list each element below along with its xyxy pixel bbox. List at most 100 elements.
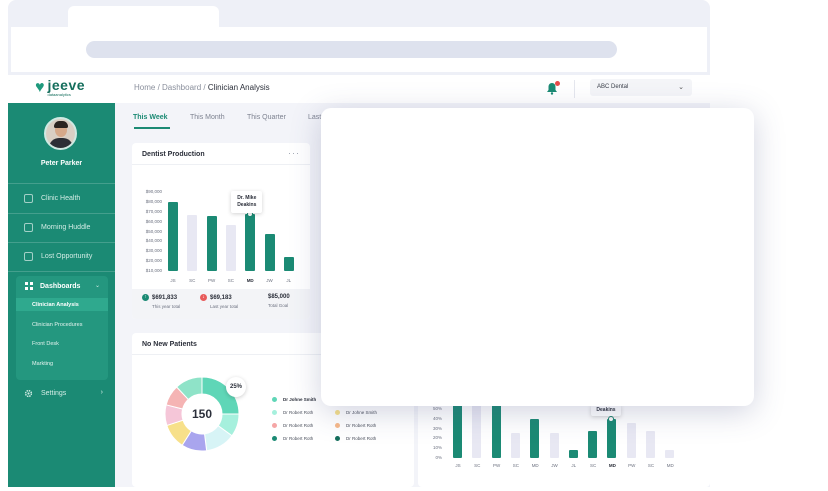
screenshot-stage: ♥ jeeve dataanalytics Home / Dashboard /… [0,0,828,491]
chart-bar[interactable] [607,418,617,458]
clinic-select[interactable]: ABC Dental ⌄ [590,79,692,96]
x-axis-tick-label: JL [571,463,577,468]
chart-bar[interactable] [206,215,217,271]
avatar[interactable] [44,117,77,150]
tab-last[interactable]: Last [308,114,321,121]
x-axis-tick-label: JW [551,463,558,468]
y-axis-tick-label: 0% [435,455,442,460]
legend-swatch [272,397,277,402]
y-axis-tick-label: $80,000 [145,198,162,204]
x-axis-tick-label: SC [647,463,655,468]
chart-bar[interactable] [283,257,294,271]
chart-bar[interactable] [626,422,636,458]
legend-item[interactable]: Dr Johne Smith [335,410,377,415]
legend-swatch [335,436,340,441]
chart-bar[interactable] [530,418,540,458]
chart-bar[interactable] [568,450,578,458]
legend-swatch [335,410,340,415]
notification-bell-icon[interactable] [546,81,560,96]
x-axis-tick-label: SC [474,463,481,468]
chart-bar[interactable] [549,432,559,458]
sidebar-item-label: Settings [41,390,67,397]
chart-bar[interactable] [665,450,675,458]
tab-this-week[interactable]: This Week [133,114,168,121]
chart-bar[interactable] [187,214,198,271]
sidebar-subitem-markting[interactable]: Markting [16,357,108,370]
browser-tab[interactable] [68,6,219,28]
huddle-icon [24,223,33,232]
sidebar-item-label: Morning Huddle [41,224,91,231]
y-axis-tick-label: $40,000 [145,238,162,244]
legend-item[interactable]: Dr Johne Smith [272,397,316,402]
card-title: Dentist Production [142,151,205,158]
x-axis-tick-label: SC [589,463,597,468]
chevron-down-icon[interactable]: ⌄ [95,282,100,289]
top-bar: ♥ jeeve dataanalytics Home / Dashboard /… [8,75,710,103]
breadcrumb-path[interactable]: Home / Dashboard / [134,83,208,92]
x-axis-tick-label: PW [628,463,636,468]
user-name: Peter Parker [40,160,83,167]
sidebar-item-label: Clinic Health [41,195,81,202]
chart-bar[interactable] [472,405,482,458]
chart-bar[interactable] [453,403,462,458]
legend-item[interactable]: Dr Robert Roth [272,410,313,415]
chart-bar[interactable] [491,403,501,458]
y-axis-tick-label: $70,000 [145,208,162,214]
sidebar-item-lost-opportunity[interactable]: Lost Opportunity [24,252,92,261]
opportunity-icon [24,252,33,261]
y-axis-tick-label: $30,000 [145,248,162,254]
sidebar-item-morning-huddle[interactable]: Morning Huddle [24,223,90,232]
chart-bar[interactable] [588,430,598,458]
legend-swatch [272,423,277,428]
highlight-percent-badge: 25% [226,377,246,397]
sidebar-item-settings[interactable]: Settings [24,389,66,398]
more-options-icon[interactable]: ··· [288,148,300,158]
chevron-down-icon: ⌄ [678,84,684,91]
sidebar-item-label: Lost Opportunity [41,253,93,260]
chevron-right-icon[interactable]: › [101,389,103,396]
legend-label: Dr Johne Smith [346,410,378,415]
x-axis-tick-label: SC [227,278,235,283]
chart-bar[interactable] [264,234,275,271]
sidebar-subitem-clinician-procedures[interactable]: Clinician Procedures [16,318,108,331]
chart-bar[interactable] [168,201,178,271]
legend-item[interactable]: Dr Robert Roth [272,436,313,441]
chart-bar[interactable] [510,432,520,458]
tab-this-month[interactable]: This Month [190,114,225,121]
y-axis-tick-label: $10,000 [145,268,162,273]
y-axis-tick-label: 20% [432,435,442,441]
sidebar-group-dashboards: Dashboards ⌄ Clinician Analysis Clinicia… [16,276,108,380]
y-axis-tick-label: $90,000 [145,189,162,194]
chart-bar[interactable] [245,213,256,271]
tab-this-quarter[interactable]: This Quarter [247,114,286,121]
sidebar-item-label: Dashboards [40,282,81,290]
sidebar-item-dashboards[interactable]: Dashboards [25,282,80,290]
divider [8,271,115,272]
stat-value: $691,833 [152,294,178,301]
chart-tooltip: Dr. Mike Deakins [231,190,263,213]
sidebar-item-clinic-health[interactable]: Clinic Health [24,194,80,203]
legend-item[interactable]: Dr Robert Roth [272,423,313,428]
tooltip-line: Dr. Mike [237,194,257,201]
divider [8,242,115,243]
address-bar[interactable] [86,41,617,58]
arrow-up-icon: ↑ [142,294,149,301]
sidebar-subitem-front-desk[interactable]: Front Desk [16,337,108,350]
y-axis-tick-label: $50,000 [145,228,162,234]
logo[interactable]: ♥ jeeve dataanalytics [35,77,86,97]
legend-item[interactable]: Dr Robert Roth [335,436,376,441]
clinic-select-value: ABC Dental [597,84,629,90]
legend-item[interactable]: Dr Robert Roth [335,423,376,428]
logo-name: jeeve [47,77,86,93]
legend-label: Dr Robert Roth [283,410,314,415]
sidebar-subitem-clinician-analysis[interactable]: Clinician Analysis [16,298,108,311]
y-axis-tick-label: 10% [432,445,442,451]
chart-bar[interactable] [646,430,655,458]
divider [132,164,310,165]
x-axis-tick-label: MD [608,463,616,468]
x-axis-tick-label: JS [170,278,176,283]
tooltip-line: Deakins [237,201,257,208]
grid-icon [25,282,33,290]
chart-bar[interactable] [225,224,236,271]
arrow-down-icon: ↓ [200,294,207,301]
